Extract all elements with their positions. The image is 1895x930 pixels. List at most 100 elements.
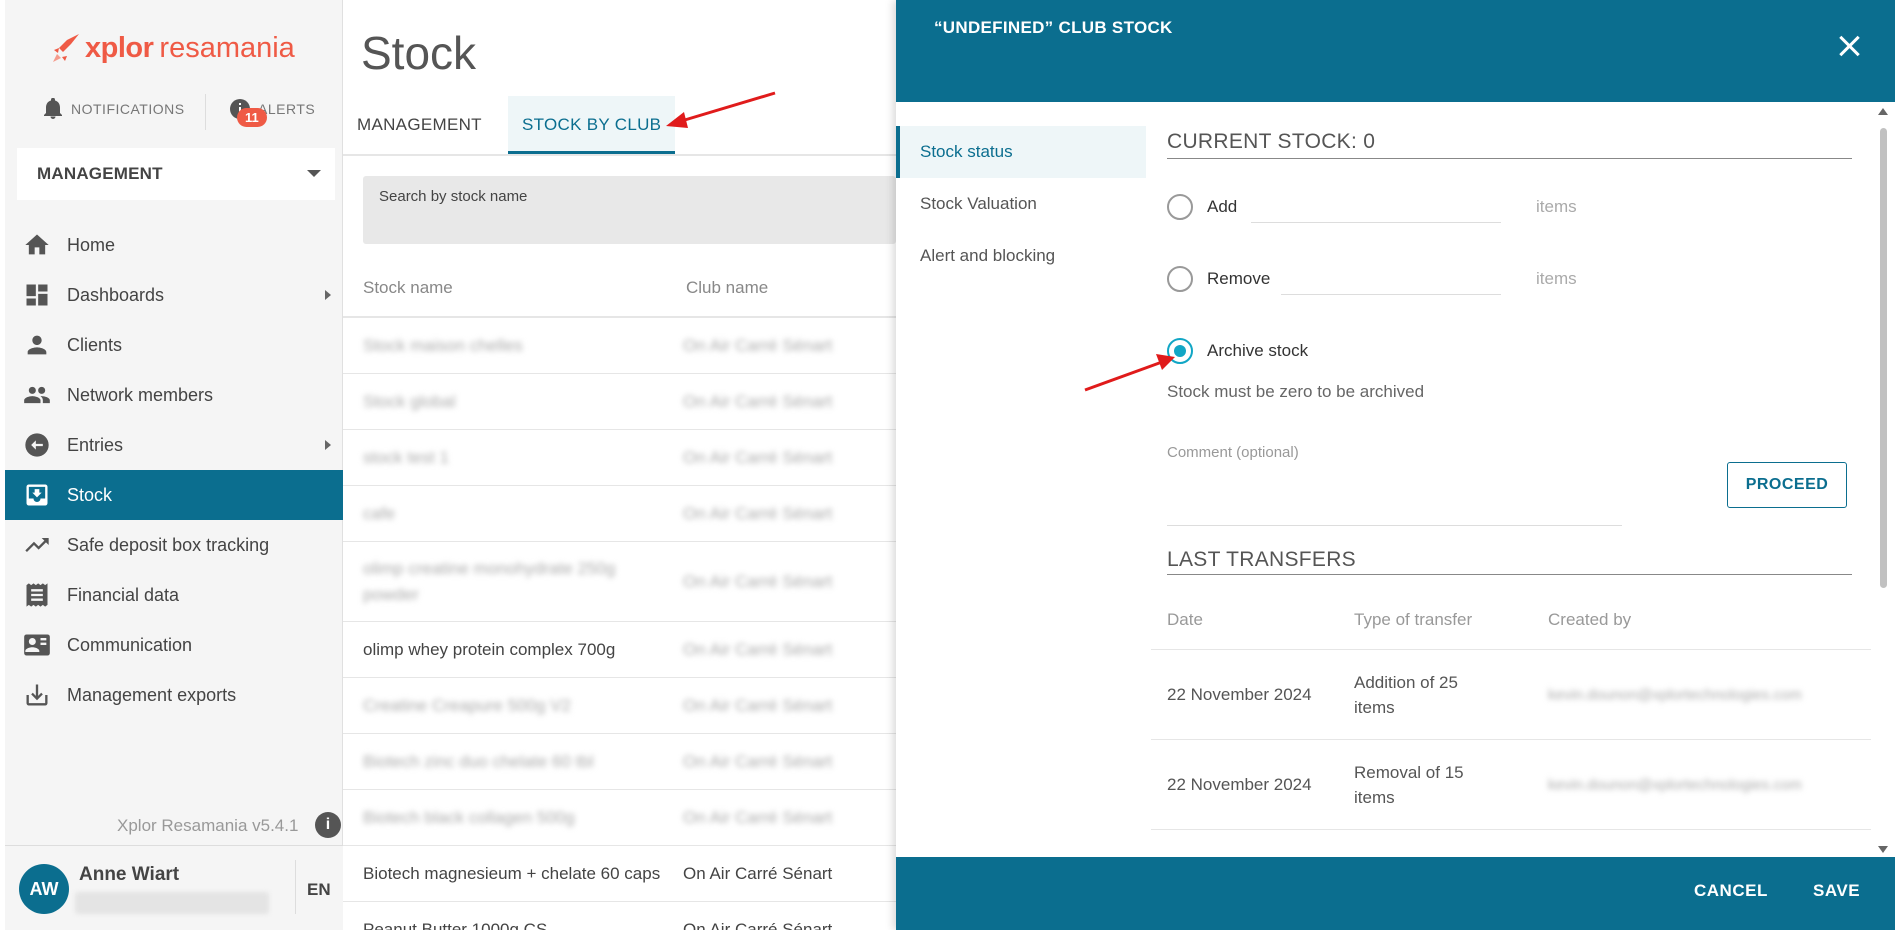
remove-option[interactable]: Remove	[1167, 262, 1270, 296]
sidebar-item-label: Home	[67, 234, 116, 255]
remove-quantity-input[interactable]	[1281, 294, 1501, 295]
transfer-date: 22 November 2024	[1167, 774, 1312, 794]
add-items-suffix: items	[1536, 197, 1577, 216]
avatar[interactable]: AW	[19, 864, 69, 914]
table-row[interactable]: Peanut Butter 1000g CS On Air Carré Sénar…	[343, 902, 896, 930]
comment-input[interactable]	[1167, 525, 1622, 526]
notifications-label: NOTIFICATIONS	[71, 101, 185, 117]
drawer-side-tabs: Stock status Stock Valuation Alert and b…	[896, 126, 1146, 282]
sidebar-item-communication[interactable]: Communication	[5, 620, 343, 670]
chevron-down-icon	[307, 170, 321, 177]
club-name-cell: On Air Carré Sénart	[683, 503, 833, 523]
sidebar-item-label: Entries	[67, 434, 124, 455]
search-input[interactable]: Search by stock name	[363, 176, 896, 244]
column-header-club-name[interactable]: Club name	[686, 278, 768, 298]
alerts-count-badge: 11	[237, 108, 267, 127]
stock-name-cell: Biotech black collagen 500g	[363, 807, 575, 827]
current-stock-heading: CURRENT STOCK: 0	[1167, 130, 1376, 153]
sidebar-item-safe-deposit[interactable]: Safe deposit box tracking	[5, 520, 343, 570]
club-stock-drawer: “UNDEFINED” CLUB STOCK Stock status Stoc…	[896, 0, 1895, 930]
scroll-down-icon[interactable]	[1878, 846, 1888, 853]
drawer-footer: CANCEL SAVE	[896, 857, 1895, 930]
sidebar-item-label: Network members	[67, 384, 214, 405]
table-row[interactable]: Stock maison chelles On Air Carré Sénart	[343, 318, 896, 374]
archive-helper-text: Stock must be zero to be archived	[1167, 382, 1425, 401]
proceed-button[interactable]: PROCEED	[1727, 462, 1847, 508]
table-header: Stock name Club name	[343, 268, 896, 318]
rocket-icon	[53, 34, 79, 62]
drawer-scrollbar[interactable]	[1876, 108, 1890, 853]
close-icon[interactable]	[1837, 34, 1861, 58]
sidebar-item-label: Safe deposit box tracking	[67, 534, 270, 555]
remove-radio[interactable]	[1167, 266, 1193, 292]
table-row[interactable]: Creatine Creapure 500g V2 On Air Carré Sé…	[343, 678, 896, 734]
sidebar-item-dashboards[interactable]: Dashboards	[5, 270, 343, 320]
club-name-cell: On Air Carré Sénart	[683, 639, 833, 659]
table-row[interactable]: cafe On Air Carré Sénart	[343, 486, 896, 542]
stock-name-cell: Biotech zinc duo chelate 60 tbl	[363, 751, 594, 771]
section-select[interactable]: MANAGEMENT	[17, 148, 335, 200]
receipt-icon	[26, 583, 48, 607]
table-row[interactable]: stock test 1 On Air Carré Sénart	[343, 430, 896, 486]
sidebar-item-label: Clients	[67, 334, 123, 355]
dashboard-icon	[26, 284, 48, 306]
drawer-header: “UNDEFINED” CLUB STOCK	[896, 0, 1895, 102]
tab-management[interactable]: MANAGEMENT	[343, 96, 496, 154]
table-row[interactable]: olimp whey protein complex 700g On Air Ca…	[343, 622, 896, 678]
sidebar-item-home[interactable]: Home	[5, 220, 343, 270]
add-radio[interactable]	[1167, 194, 1193, 220]
scroll-thumb[interactable]	[1880, 128, 1887, 588]
add-option[interactable]: Add	[1167, 190, 1237, 224]
sidebar-item-clients[interactable]: Clients	[5, 320, 343, 370]
column-header-stock-name[interactable]: Stock name	[363, 278, 453, 298]
stock-status-content: CURRENT STOCK: 0 Add items Remove items …	[1151, 102, 1871, 857]
sidebar-nav: Home Dashboards Clients Network members …	[5, 220, 343, 720]
chevron-right-icon	[325, 290, 331, 300]
column-header-type[interactable]: Type of transfer	[1354, 610, 1472, 630]
table-row[interactable]: Biotech magnesieum + chelate 60 caps On A…	[343, 846, 896, 902]
add-label: Add	[1207, 197, 1238, 216]
sidebar-item-label: Financial data	[67, 584, 180, 605]
home-icon	[25, 234, 49, 255]
sidebar-item-label: Dashboards	[67, 284, 165, 305]
tab-stock-status[interactable]: Stock status	[896, 126, 1146, 178]
notifications-button[interactable]: NOTIFICATIONS	[43, 98, 185, 120]
table-row[interactable]: Stock global On Air Carré Sénart	[343, 374, 896, 430]
user-email-redacted	[75, 892, 269, 914]
transfer-type: Removal of 15 items	[1354, 762, 1464, 807]
trending-icon	[25, 538, 49, 552]
divider	[205, 94, 206, 130]
table-row[interactable]: Biotech black collagen 500g On Air Carré …	[343, 790, 896, 846]
archive-option[interactable]: Archive stock	[1167, 334, 1308, 368]
tab-stock-valuation[interactable]: Stock Valuation	[896, 178, 1146, 230]
sidebar-item-stock[interactable]: Stock	[5, 470, 343, 520]
language-switcher[interactable]: EN	[307, 880, 331, 900]
sidebar-item-entries[interactable]: Entries	[5, 420, 343, 470]
scroll-up-icon[interactable]	[1878, 108, 1888, 115]
tab-stock-by-club[interactable]: STOCK BY CLUB	[508, 96, 676, 154]
archive-label: Archive stock	[1207, 341, 1309, 360]
sidebar-item-network-members[interactable]: Network members	[5, 370, 343, 420]
column-header-date[interactable]: Date	[1167, 610, 1203, 630]
app-version: Xplor Resamania v5.4.1	[117, 816, 299, 835]
transfers-table-header: Date Type of transfer Created by	[1151, 592, 1871, 650]
save-button[interactable]: SAVE	[1813, 881, 1860, 901]
add-quantity-input[interactable]	[1251, 222, 1501, 223]
transfer-created-by: kevin.dounon@xplortechnologies.com	[1548, 776, 1802, 793]
app-logo[interactable]: xplor resamania	[49, 28, 295, 68]
sidebar-item-financial-data[interactable]: Financial data	[5, 570, 343, 620]
archive-radio[interactable]	[1167, 338, 1193, 364]
table-row: 22 November 2024 Addition of 25 items ke…	[1151, 650, 1871, 740]
brand-name-secondary: resamania	[159, 31, 295, 64]
club-name-cell: On Air Carré Sénart	[683, 919, 833, 930]
table-row[interactable]: olimp creatine monohydrate 250g powder On…	[343, 542, 896, 622]
page-title: Stock	[361, 27, 477, 79]
column-header-created-by[interactable]: Created by	[1548, 610, 1631, 630]
cancel-button[interactable]: CANCEL	[1694, 881, 1768, 901]
sidebar-item-management-exports[interactable]: Management exports	[5, 670, 343, 720]
table-row[interactable]: Biotech zinc duo chelate 60 tbl On Air Ca…	[343, 734, 896, 790]
remove-items-suffix: items	[1536, 269, 1577, 288]
info-icon[interactable]: i	[315, 812, 341, 838]
search-placeholder: Search by stock name	[379, 188, 528, 205]
tab-alert-and-blocking[interactable]: Alert and blocking	[896, 230, 1146, 282]
